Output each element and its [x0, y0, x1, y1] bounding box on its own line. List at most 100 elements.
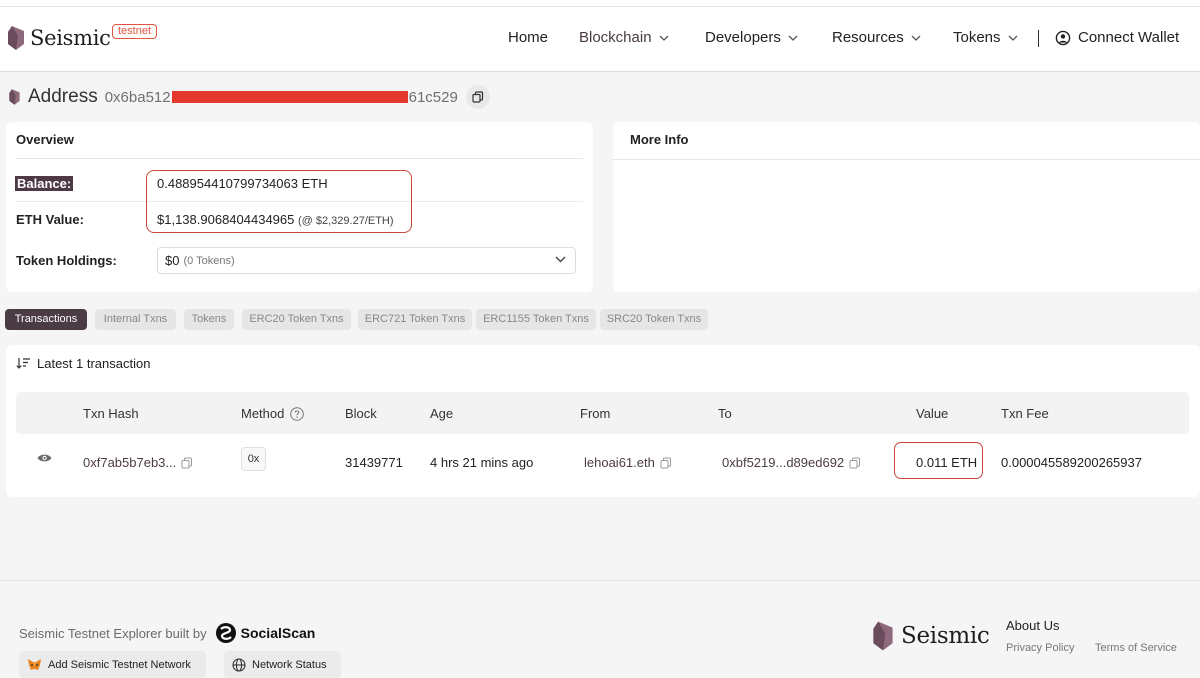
built-by: Seismic Testnet Explorer built by Social…: [19, 621, 315, 645]
site-footer: Seismic Testnet Explorer built by Social…: [0, 580, 1200, 678]
redaction-bar: [171, 91, 408, 103]
address-prefix: 0x6ba512: [104, 88, 171, 106]
chevron-down-icon: [659, 35, 669, 41]
chevron-down-icon: [911, 35, 921, 41]
footer-brand-logo[interactable]: Seismic: [871, 619, 990, 653]
eth-value-label: ETH Value:: [16, 212, 84, 227]
column-header: From: [580, 406, 611, 421]
table-header: Txn Hash Method Block Age From To Value …: [16, 392, 1189, 434]
socialscan-label: SocialScan: [240, 625, 316, 641]
balance-label: Balance:: [15, 176, 74, 191]
copy-icon[interactable]: [849, 457, 861, 469]
metamask-fox-icon: [28, 658, 41, 670]
nav-resources[interactable]: Resources: [832, 29, 921, 46]
nav-home-label: Home: [508, 29, 549, 46]
column-header: Method: [241, 406, 305, 421]
about-us-link[interactable]: About Us: [1006, 618, 1059, 633]
transactions-card: Latest 1 transaction Txn Hash Method Blo…: [6, 345, 1200, 497]
token-holdings-value: $0: [165, 253, 180, 268]
divider: [613, 159, 1200, 160]
tab-erc721-token-txns[interactable]: ERC721 Token Txns: [358, 309, 472, 330]
column-header: Block: [345, 406, 377, 421]
token-holdings-dropdown[interactable]: $0 (0 Tokens): [157, 247, 576, 274]
overview-card: Overview Balance: 0.488954410799734063 E…: [6, 122, 593, 292]
column-header-label: Method: [241, 406, 285, 421]
nav-tokens-label: Tokens: [953, 29, 1001, 46]
column-header: Age: [430, 406, 454, 421]
address-suffix: 61c529: [408, 88, 458, 106]
seismic-logo-icon: [9, 89, 20, 105]
site-header: Seismic testnet Home Blockchain Develope…: [0, 7, 1200, 72]
from-cell: lehoai61.eth: [584, 455, 672, 470]
method-badge: 0x: [241, 447, 266, 471]
nav-developers-label: Developers: [705, 29, 781, 46]
to-cell: 0xbf5219...d89ed692: [722, 455, 861, 470]
tab-src20-token-txns[interactable]: SRC20 Token Txns: [600, 309, 708, 330]
txn-fee-cell: 0.000045589200265937: [1001, 455, 1142, 470]
address-title: Address: [28, 86, 98, 107]
txn-hash-link[interactable]: 0xf7ab5b7eb3...: [83, 455, 176, 470]
chevron-down-icon: [555, 256, 566, 263]
connect-wallet-label: Connect Wallet: [1078, 29, 1180, 46]
copy-icon[interactable]: [181, 457, 193, 469]
brand-logo[interactable]: Seismic: [6, 24, 111, 52]
transactions-summary-text: Latest 1 transaction: [37, 356, 151, 371]
add-network-button[interactable]: Add Seismic Testnet Network: [19, 651, 206, 678]
tab-tokens[interactable]: Tokens: [184, 309, 234, 330]
txn-hash-cell: 0xf7ab5b7eb3...: [83, 455, 193, 470]
highlight-box: [894, 442, 983, 479]
nav-blockchain-label: Blockchain: [579, 29, 652, 46]
user-circle-icon: [1055, 30, 1071, 45]
network-status-label: Network Status: [252, 658, 327, 671]
from-address-link[interactable]: lehoai61.eth: [584, 455, 655, 470]
nav-blockchain[interactable]: Blockchain: [579, 29, 669, 46]
sort-icon: [16, 358, 30, 369]
nav-resources-label: Resources: [832, 29, 904, 46]
copy-address-button[interactable]: [465, 85, 490, 109]
top-strip: [0, 0, 1200, 7]
transactions-summary: Latest 1 transaction: [16, 356, 150, 371]
token-holdings-label: Token Holdings:: [16, 253, 117, 268]
eye-icon[interactable]: [37, 453, 52, 463]
built-by-text: Seismic Testnet Explorer built by: [19, 625, 207, 641]
chevron-down-icon: [1008, 35, 1017, 41]
column-header: To: [718, 406, 732, 421]
age-cell: 4 hrs 21 mins ago: [430, 455, 534, 470]
add-network-label: Add Seismic Testnet Network: [48, 658, 191, 671]
terms-of-service-link[interactable]: Terms of Service: [1095, 642, 1177, 654]
nav-tokens[interactable]: Tokens: [953, 29, 1018, 46]
footer-brand-name: Seismic: [901, 623, 990, 649]
address-header: Address 0x6ba512 61c529: [8, 84, 490, 110]
nav-home[interactable]: Home: [508, 29, 548, 46]
copy-icon[interactable]: [660, 457, 672, 469]
column-header: Value: [916, 406, 949, 421]
overview-title: Overview: [16, 132, 74, 147]
testnet-badge: testnet: [112, 24, 158, 39]
privacy-policy-link[interactable]: Privacy Policy: [1006, 642, 1074, 654]
nav-developers[interactable]: Developers: [705, 29, 798, 46]
network-status-button[interactable]: Network Status: [224, 651, 341, 678]
tab-internal-txns[interactable]: Internal Txns: [95, 309, 176, 330]
tab-transactions[interactable]: Transactions: [5, 309, 87, 330]
more-info-card: More Info: [613, 122, 1200, 292]
column-header: Txn Fee: [1001, 406, 1049, 421]
brand-name: Seismic: [30, 26, 111, 50]
to-address-link[interactable]: 0xbf5219...d89ed692: [722, 455, 844, 470]
token-holdings-count: (0 Tokens): [183, 254, 235, 267]
copy-icon: [472, 91, 483, 103]
socialscan-link[interactable]: SocialScan: [215, 621, 316, 645]
more-info-title: More Info: [630, 132, 689, 147]
block-cell[interactable]: 31439771: [345, 455, 403, 470]
column-header: Txn Hash: [83, 406, 139, 421]
question-icon[interactable]: [290, 406, 305, 421]
nav-divider: [1038, 30, 1039, 47]
address-value: 0x6ba512 61c529: [105, 89, 458, 106]
socialscan-logo-icon: [215, 623, 236, 643]
chevron-down-icon: [788, 35, 798, 41]
seismic-logo-icon: [873, 621, 893, 651]
divider: [16, 158, 583, 159]
tab-erc1155-token-txns[interactable]: ERC1155 Token Txns: [476, 309, 596, 330]
connect-wallet-button[interactable]: Connect Wallet: [1055, 29, 1179, 46]
tab-erc20-token-txns[interactable]: ERC20 Token Txns: [242, 309, 351, 330]
highlight-box: [146, 170, 412, 233]
